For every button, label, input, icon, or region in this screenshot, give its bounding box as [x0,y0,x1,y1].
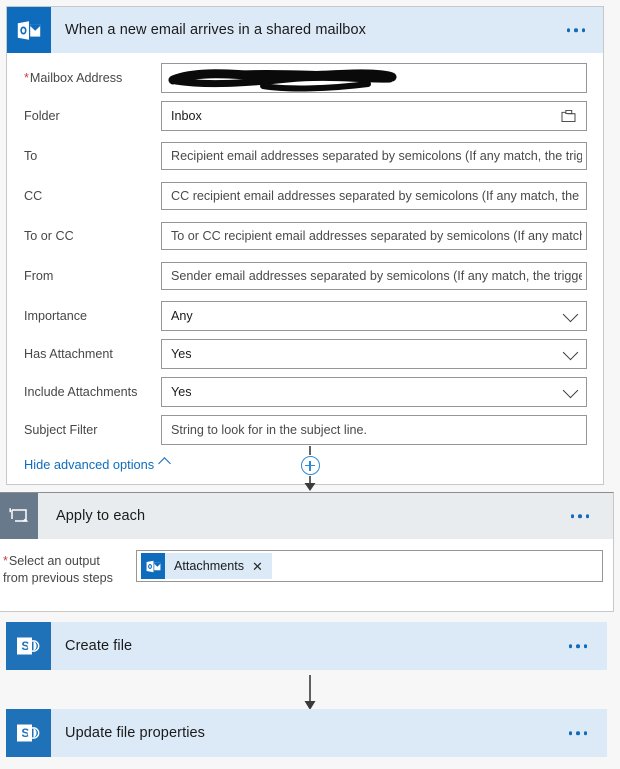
connector-create-to-update [294,675,326,711]
from-placeholder: Sender email addresses separated by semi… [171,269,582,283]
to-or-cc-input[interactable]: To or CC recipient email addresses separ… [161,222,587,250]
trigger-card-menu-button[interactable] [566,28,585,32]
form-row-folder: Folder Inbox [7,99,603,133]
importance-value: Any [171,309,193,323]
update-file-properties-title: Update file properties [65,725,206,741]
loop-icon [0,493,38,539]
trigger-card-title: When a new email arrives in a shared mai… [65,22,366,38]
importance-dropdown[interactable]: Any [161,301,587,331]
select-output-line1: Select an output [8,554,100,568]
label-select-an-output: *Select an output from previous steps [3,553,133,587]
create-file-header[interactable]: S Create file [6,622,607,670]
apply-to-each-body: *Select an output from previous steps At… [0,539,613,611]
folder-icon[interactable] [561,109,576,123]
attachments-token-label: Attachments [174,559,244,573]
form-row-importance: Importance Any [7,299,603,333]
connector-arrow-icon [304,675,316,710]
form-row-include-attachments: Include Attachments Yes [7,375,603,409]
update-file-properties-menu-button[interactable] [568,731,587,735]
folder-value: Inbox [171,109,202,123]
form-row-to: To Recipient email addresses separated b… [7,139,603,173]
select-output-field[interactable]: Attachments ✕ [136,550,603,582]
subject-filter-placeholder: String to look for in the subject line. [171,423,368,437]
cc-input[interactable]: CC recipient email addresses separated b… [161,182,587,210]
label-mailbox-address: *Mailbox Address [24,71,123,85]
connector-trigger-to-loop [294,446,326,492]
required-asterisk: * [24,71,29,85]
add-step-icon[interactable] [300,456,320,475]
create-file-title: Create file [65,638,133,654]
create-file-menu-button[interactable] [568,644,587,648]
include-attachments-value: Yes [171,385,192,399]
mailbox-address-input[interactable] [161,63,587,93]
sharepoint-icon: S [6,622,51,670]
flow-designer-canvas: When a new email arrives in a shared mai… [0,0,620,769]
label-to-or-cc: To or CC [24,229,74,243]
outlook-icon [7,7,51,53]
trigger-form: *Mailbox Address Folder Inbox To Recipie… [7,61,603,484]
from-input[interactable]: Sender email addresses separated by semi… [161,262,587,290]
attachments-token[interactable]: Attachments ✕ [141,553,272,579]
hide-advanced-options-label: Hide advanced options [24,457,155,472]
chevron-down-icon[interactable] [562,344,579,361]
form-row-mailbox-address: *Mailbox Address [7,61,603,95]
chevron-up-icon [158,457,172,470]
create-file-card: S Create file [6,622,607,670]
include-attachments-dropdown[interactable]: Yes [161,377,587,407]
label-subject-filter: Subject Filter [24,423,98,437]
form-row-cc: CC CC recipient email addresses separate… [7,179,603,213]
trigger-card-header[interactable]: When a new email arrives in a shared mai… [7,7,603,53]
hide-advanced-options-link[interactable]: Hide advanced options [7,447,172,484]
label-cc: CC [24,189,43,203]
form-row-to-or-cc: To or CC To or CC recipient email addres… [7,219,603,253]
outlook-icon [141,553,165,579]
trigger-card: When a new email arrives in a shared mai… [6,6,604,485]
to-placeholder: Recipient email addresses separated by s… [171,149,582,163]
to-input[interactable]: Recipient email addresses separated by s… [161,142,587,170]
update-file-properties-header[interactable]: S Update file properties [6,709,607,757]
label-has-attachment: Has Attachment [24,347,113,361]
apply-to-each-title: Apply to each [56,508,146,524]
close-icon[interactable]: ✕ [252,560,263,573]
form-row-from: From Sender email addresses separated by… [7,259,603,293]
subject-filter-input[interactable]: String to look for in the subject line. [161,415,587,445]
form-row-has-attachment: Has Attachment Yes [7,337,603,371]
chevron-down-icon[interactable] [562,382,579,399]
form-row-subject-filter: Subject Filter String to look for in the… [7,413,603,447]
required-asterisk: * [3,554,8,568]
sharepoint-icon: S [6,709,51,757]
redaction-scribble [168,69,397,92]
to-or-cc-placeholder: To or CC recipient email addresses separ… [171,229,582,243]
label-folder: Folder [24,109,60,123]
apply-to-each-header[interactable]: Apply to each [0,493,613,539]
has-attachment-value: Yes [171,347,192,361]
label-include-attachments: Include Attachments [24,385,138,399]
apply-to-each-menu-button[interactable] [570,514,589,518]
select-output-line2: from previous steps [3,571,113,585]
label-from: From [24,269,54,283]
label-importance: Importance [24,309,87,323]
has-attachment-dropdown[interactable]: Yes [161,339,587,369]
chevron-down-icon[interactable] [562,306,579,323]
update-file-properties-card: S Update file properties [6,709,607,757]
folder-input[interactable]: Inbox [161,101,587,131]
apply-to-each-card: Apply to each *Select an output from pre… [0,492,614,612]
cc-placeholder: CC recipient email addresses separated b… [171,189,582,203]
label-to: To [24,149,38,163]
